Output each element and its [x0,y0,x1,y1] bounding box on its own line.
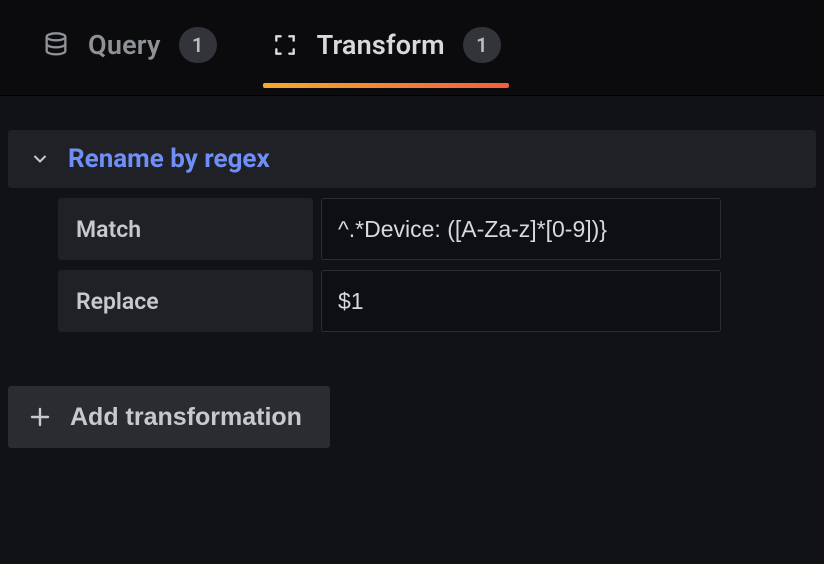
field-row-replace: Replace [58,270,816,332]
field-row-match: Match [58,198,816,260]
tab-query-label: Query [88,29,161,61]
section-title: Rename by regex [68,144,270,174]
tab-transform[interactable]: Transform 1 [269,27,503,87]
match-input[interactable] [321,198,721,260]
fields-container: Match Replace [8,188,816,346]
replace-label: Replace [58,270,313,332]
tab-transform-label: Transform [317,29,445,61]
transform-content: Rename by regex Match Replace Add transf… [0,96,824,564]
tab-query-count: 1 [179,27,217,63]
transform-section: Rename by regex [8,130,816,188]
transform-icon [271,31,299,59]
add-button-label: Add transformation [70,403,302,432]
section-header-toggle[interactable]: Rename by regex [8,130,816,188]
panel-tabs: Query 1 Transform 1 [0,0,824,96]
tab-query[interactable]: Query 1 [40,27,219,87]
database-icon [42,31,70,59]
tab-transform-count: 1 [463,27,501,63]
add-transformation-button[interactable]: Add transformation [8,386,330,448]
replace-input[interactable] [321,270,721,332]
chevron-down-icon [30,149,50,169]
match-label: Match [58,198,313,260]
plus-icon [28,405,52,429]
